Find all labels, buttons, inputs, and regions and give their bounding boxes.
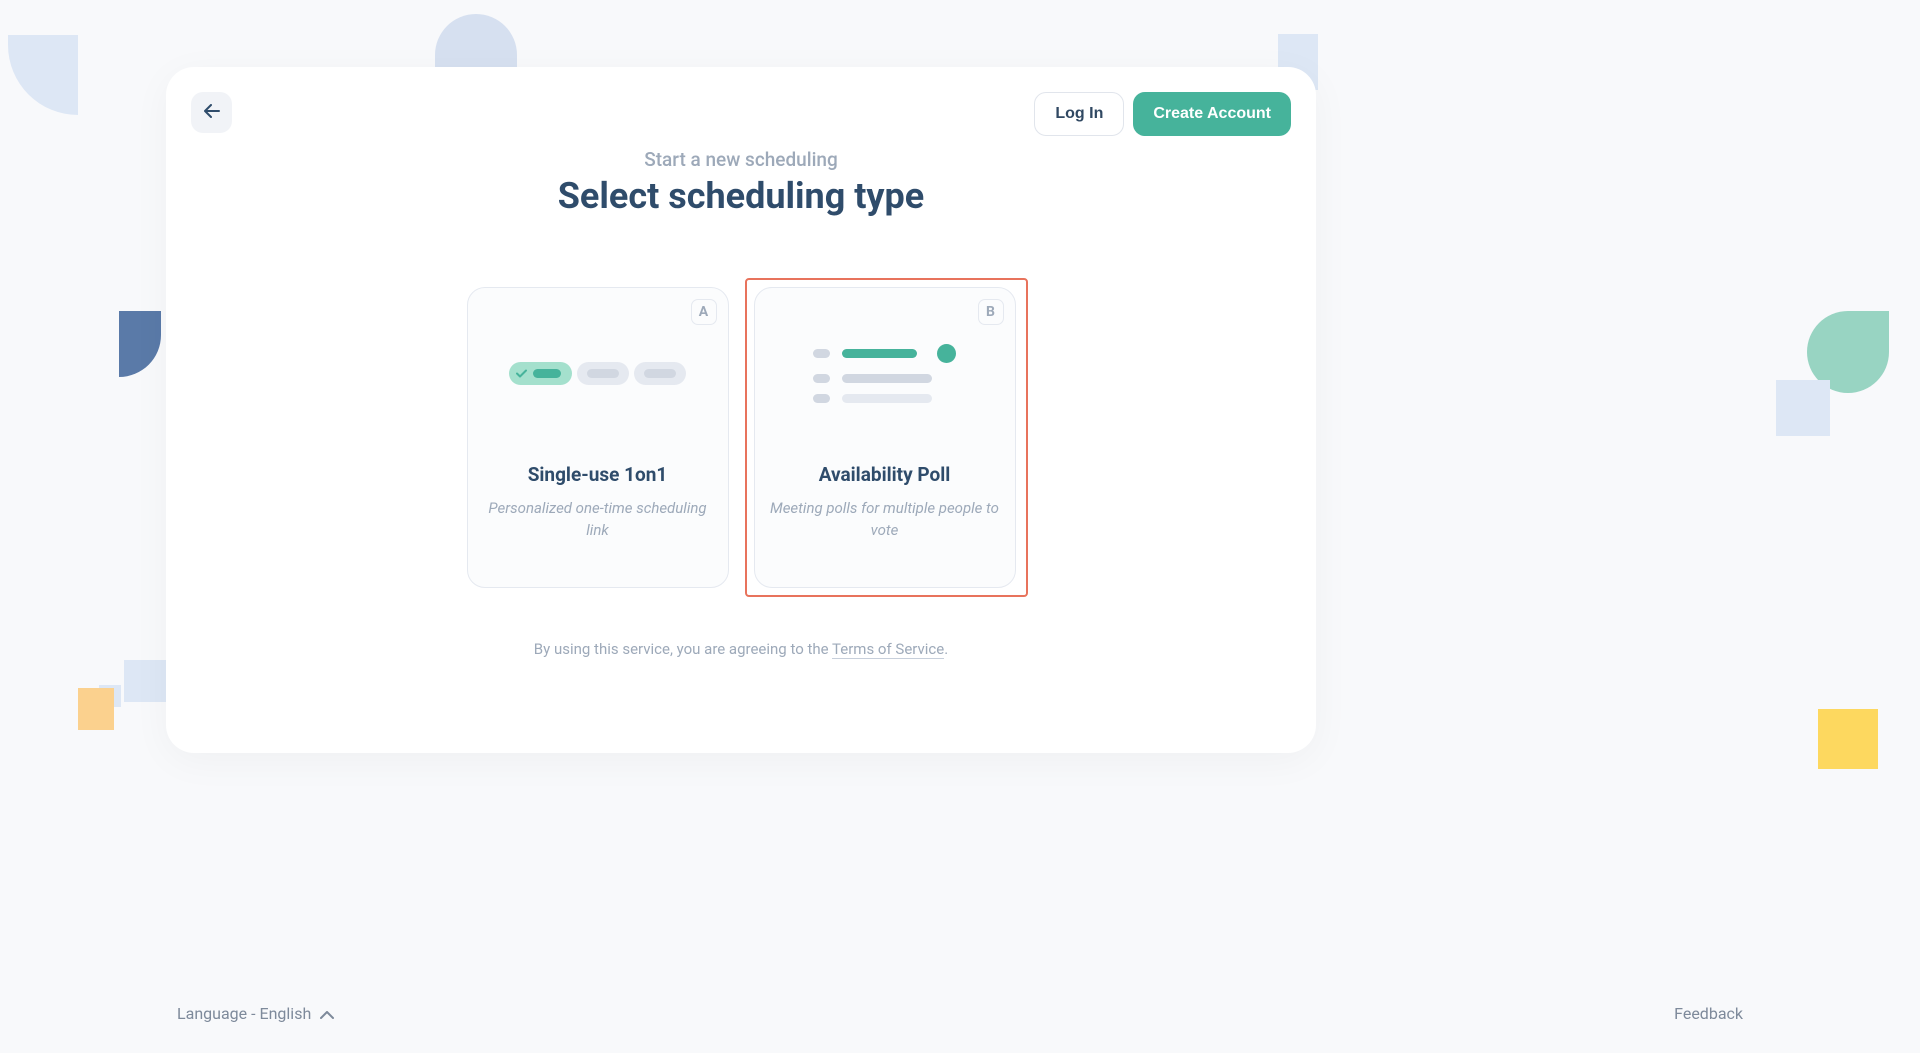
keyboard-shortcut-badge: B bbox=[978, 299, 1004, 325]
poll-row-icon bbox=[813, 344, 956, 363]
page-footer: Language - English Feedback bbox=[177, 1004, 1743, 1023]
arrow-left-icon bbox=[204, 103, 220, 122]
feedback-button[interactable]: Feedback bbox=[1674, 1004, 1743, 1023]
login-button[interactable]: Log In bbox=[1034, 92, 1124, 136]
keyboard-shortcut-badge: A bbox=[691, 299, 717, 325]
bg-deco-shape bbox=[1818, 709, 1878, 769]
card-description: Meeting polls for multiple people to vot… bbox=[770, 498, 1000, 542]
card-title: Single-use 1on1 bbox=[483, 463, 713, 486]
pill-icon bbox=[577, 362, 629, 385]
terms-link[interactable]: Terms of Service bbox=[832, 640, 944, 659]
language-label: Language - English bbox=[177, 1004, 311, 1023]
card-illustration bbox=[483, 303, 713, 443]
option-card-single-use[interactable]: A Single-use 1on1 Personalized one-time … bbox=[467, 287, 729, 588]
option-card-availability-poll[interactable]: B bbox=[754, 287, 1016, 588]
card-illustration bbox=[770, 303, 1000, 443]
main-panel: Log In Create Account Start a new schedu… bbox=[166, 67, 1316, 753]
language-selector[interactable]: Language - English bbox=[177, 1004, 334, 1023]
page-title: Select scheduling type bbox=[191, 175, 1291, 217]
bg-deco-shape bbox=[8, 35, 78, 115]
bg-deco-shape bbox=[124, 660, 166, 702]
chevron-up-icon bbox=[320, 1004, 334, 1023]
pill-selected-icon bbox=[509, 362, 572, 385]
terms-text: By using this service, you are agreeing … bbox=[191, 640, 1291, 658]
scheduling-type-cards: A Single-use 1on1 Personalized one-time … bbox=[191, 287, 1291, 588]
poll-row-icon bbox=[813, 374, 956, 383]
header-actions: Log In Create Account bbox=[1034, 92, 1291, 136]
card-title: Availability Poll bbox=[770, 463, 1000, 486]
poll-row-icon bbox=[813, 394, 956, 403]
bg-deco-shape bbox=[78, 688, 114, 730]
bg-deco-shape bbox=[1776, 380, 1830, 436]
page-subtitle: Start a new scheduling bbox=[191, 148, 1291, 171]
back-button[interactable] bbox=[191, 92, 232, 133]
pill-icon bbox=[634, 362, 686, 385]
card-description: Personalized one-time scheduling link bbox=[483, 498, 713, 542]
create-account-button[interactable]: Create Account bbox=[1133, 92, 1291, 136]
bg-deco-shape bbox=[119, 311, 161, 377]
